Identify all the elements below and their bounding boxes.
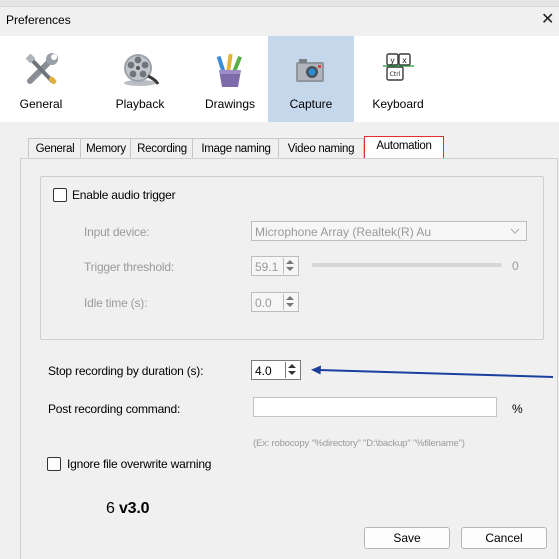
tab-recording[interactable]: Recording	[130, 138, 194, 159]
stop-duration-stepper[interactable]: 4.0	[251, 360, 301, 380]
tab-general[interactable]: General	[28, 138, 82, 159]
svg-text:y: y	[390, 56, 395, 65]
close-icon[interactable]: ✕	[541, 9, 554, 29]
post-command-hint: (Ex: robocopy "%directory" "D:\backup" "…	[253, 438, 465, 449]
trigger-threshold-slider[interactable]	[312, 263, 502, 267]
tab-automation[interactable]: Automation	[364, 136, 444, 160]
stop-duration-spin-buttons[interactable]	[285, 362, 299, 378]
post-command-input[interactable]	[253, 397, 497, 417]
pencil-cup-icon	[216, 53, 242, 87]
post-command-label: Post recording command:	[48, 402, 181, 416]
idle-time-value: 0.0	[255, 296, 272, 310]
trigger-threshold-slider-value: 0	[512, 259, 519, 273]
idle-time-stepper[interactable]: 0.0	[251, 292, 299, 312]
camera-icon	[296, 59, 324, 82]
stop-duration-value: 4.0	[255, 364, 272, 378]
svg-text:x: x	[402, 56, 407, 65]
tab-memory[interactable]: Memory	[80, 138, 132, 159]
window-title: Preferences	[6, 13, 71, 27]
film-reel-icon	[124, 54, 160, 86]
toolbar-general-button[interactable]: General	[6, 36, 76, 122]
input-device-label: Input device:	[84, 225, 150, 239]
input-device-select[interactable]: Microphone Array (Realtek(R) Au	[251, 221, 527, 241]
top-strip	[0, 0, 559, 7]
idle-time-label: Idle time (s):	[84, 296, 148, 310]
chevron-down-icon	[510, 228, 520, 234]
trigger-threshold-label: Trigger threshold:	[84, 260, 174, 274]
toolbar-keyboard-button[interactable]: y x Ctrl Keyboard	[362, 36, 434, 122]
save-button[interactable]: Save	[364, 527, 450, 549]
toolbar-label: Playback	[115, 97, 165, 111]
stop-duration-label: Stop recording by duration (s):	[48, 364, 204, 378]
trigger-threshold-value: 59.1	[255, 260, 279, 274]
version-text: v3.0	[118, 500, 150, 517]
toolbar-playback-button[interactable]: Playback	[104, 36, 176, 122]
idle-spin-buttons[interactable]	[283, 294, 297, 310]
threshold-spin-buttons[interactable]	[283, 258, 297, 274]
toolbar-label: Keyboard	[372, 97, 424, 111]
toolbar-capture-button[interactable]: Capture	[268, 36, 354, 122]
post-command-suffix: %	[512, 402, 523, 416]
trigger-threshold-stepper[interactable]: 59.1	[251, 256, 299, 276]
input-device-value: Microphone Array (Realtek(R) Au	[255, 225, 432, 239]
tab-video-naming[interactable]: Video naming	[278, 138, 364, 159]
enable-audio-trigger-label: Enable audio trigger	[72, 188, 176, 202]
cancel-button[interactable]: Cancel	[461, 527, 547, 549]
toolbar-drawings-button[interactable]: Drawings	[194, 36, 266, 122]
toolbar-label: Drawings	[204, 97, 255, 111]
annotation-arrow-icon	[311, 365, 554, 378]
ignore-overwrite-checkbox[interactable]	[47, 457, 61, 471]
tools-icon	[25, 53, 58, 85]
keyboard-keys-icon: y x Ctrl	[383, 53, 414, 81]
version-prefix: 6	[106, 500, 119, 517]
version-annotation: 6 v3.0	[106, 500, 149, 518]
ignore-overwrite-label: Ignore file overwrite warning	[67, 457, 212, 471]
svg-text:Ctrl: Ctrl	[390, 71, 401, 78]
tab-image-naming[interactable]: Image naming	[192, 138, 280, 159]
tab-bar: General Memory Recording Image naming Vi…	[20, 136, 556, 160]
toolbar-label: Capture	[289, 97, 333, 111]
enable-audio-trigger-checkbox[interactable]	[53, 188, 67, 202]
toolbar-label: General	[19, 97, 63, 111]
